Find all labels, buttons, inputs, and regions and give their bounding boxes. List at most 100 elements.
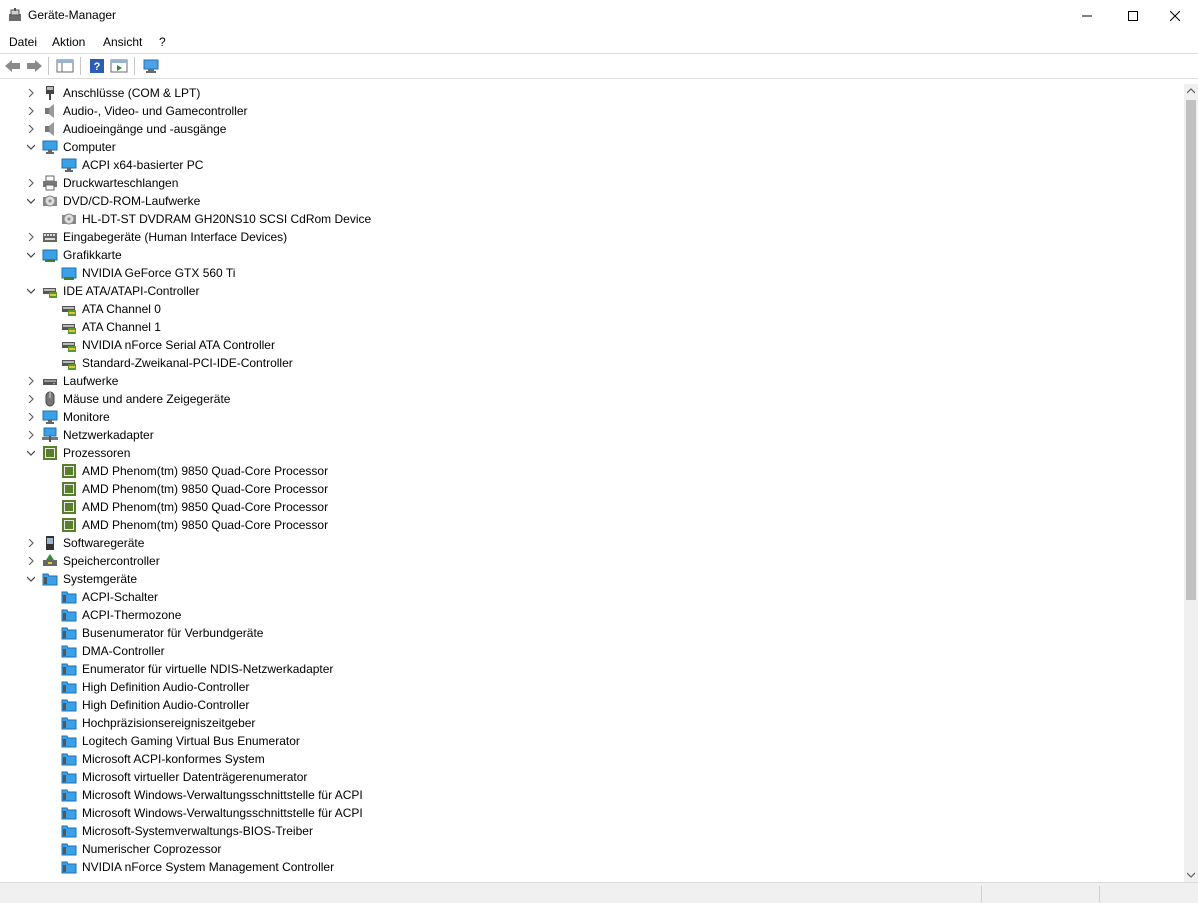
tree-category[interactable]: Speichercontroller — [0, 552, 1184, 570]
tree-category[interactable]: Systemgeräte — [0, 570, 1184, 588]
tree-device[interactable]: Standard-Zweikanal-PCI-IDE-Controller — [0, 354, 1184, 372]
tree-item-label: Speichercontroller — [63, 554, 160, 568]
tree-device[interactable]: HL-DT-ST DVDRAM GH20NS10 SCSI CdRom Devi… — [0, 210, 1184, 228]
menu-help[interactable]: ? — [159, 35, 166, 49]
tree-device[interactable]: AMD Phenom(tm) 9850 Quad-Core Processor — [0, 480, 1184, 498]
tree-item-label: High Definition Audio-Controller — [82, 698, 250, 712]
menu-ansicht[interactable]: Ansicht — [103, 35, 142, 49]
tree-device[interactable]: Microsoft-Systemverwaltungs-BIOS-Treiber — [0, 822, 1184, 840]
back-arrow-icon[interactable] — [4, 58, 22, 74]
system-folder-icon — [61, 771, 77, 784]
scan-hardware-icon[interactable] — [142, 58, 160, 74]
system-folder-icon — [61, 825, 77, 838]
tree-device[interactable]: Busenumerator für Verbundgeräte — [0, 624, 1184, 642]
chevron-right-icon[interactable] — [27, 539, 35, 547]
tree-item-label: AMD Phenom(tm) 9850 Quad-Core Processor — [82, 518, 329, 532]
tree-category[interactable]: Laufwerke — [0, 372, 1184, 390]
tree-category[interactable]: Netzwerkadapter — [0, 426, 1184, 444]
tree-device[interactable]: ACPI x64-basierter PC — [0, 156, 1184, 174]
scroll-thumb[interactable] — [1186, 100, 1196, 600]
tree-device[interactable]: DMA-Controller — [0, 642, 1184, 660]
system-folder-icon — [61, 609, 77, 622]
action-pane-icon[interactable] — [110, 58, 128, 74]
disc-icon — [62, 213, 76, 225]
tree-category[interactable]: Druckwarteschlangen — [0, 174, 1184, 192]
tree-device[interactable]: ACPI-Schalter — [0, 588, 1184, 606]
tree-category[interactable]: Audio-, Video- und Gamecontroller — [0, 102, 1184, 120]
menu-datei[interactable]: Datei — [9, 35, 37, 49]
system-folder-icon — [61, 681, 77, 694]
tree-device[interactable]: Enumerator für virtuelle NDIS-Netzwerkad… — [0, 660, 1184, 678]
chevron-right-icon[interactable] — [27, 125, 35, 133]
chevron-down-icon[interactable] — [27, 287, 35, 295]
tree-category[interactable]: Audioeingänge und -ausgänge — [0, 120, 1184, 138]
tree-category[interactable]: Prozessoren — [0, 444, 1184, 462]
system-folder-icon — [61, 861, 77, 874]
tree-category[interactable]: IDE ATA/ATAPI-Controller — [0, 282, 1184, 300]
tree-item-label: AMD Phenom(tm) 9850 Quad-Core Processor — [82, 500, 329, 514]
tree-item-label: DMA-Controller — [82, 644, 165, 658]
chevron-right-icon[interactable] — [27, 413, 35, 421]
tree-category[interactable]: Eingabegeräte (Human Interface Devices) — [0, 228, 1184, 246]
tree-category[interactable]: Grafikkarte — [0, 246, 1184, 264]
tree-device[interactable]: ACPI-Thermozone — [0, 606, 1184, 624]
chevron-down-icon[interactable] — [27, 143, 35, 151]
tree-category[interactable]: Computer — [0, 138, 1184, 156]
tree-device[interactable]: NVIDIA nForce Serial ATA Controller — [0, 336, 1184, 354]
chevron-right-icon[interactable] — [27, 107, 35, 115]
tree-item-label: Eingabegeräte (Human Interface Devices) — [63, 230, 288, 244]
tree-category[interactable]: Softwaregeräte — [0, 534, 1184, 552]
chevron-right-icon[interactable] — [27, 395, 35, 403]
chevron-down-icon[interactable] — [27, 197, 35, 205]
minimize-button[interactable] — [1064, 0, 1110, 31]
tree-item-label: ATA Channel 0 — [82, 302, 161, 316]
close-button[interactable] — [1152, 0, 1198, 31]
device-tree[interactable]: Anschlüsse (COM & LPT) Audio-, Video- und… — [0, 84, 1184, 882]
scroll-down-button[interactable] — [1184, 868, 1198, 882]
tree-device[interactable]: ATA Channel 1 — [0, 318, 1184, 336]
tree-device[interactable]: Hochpräzisionsereigniszeitgeber — [0, 714, 1184, 732]
system-folder-icon — [61, 735, 77, 748]
help-icon[interactable]: ? — [88, 58, 106, 74]
forward-arrow-icon[interactable] — [25, 58, 43, 74]
chevron-down-icon[interactable] — [27, 575, 35, 583]
tree-device[interactable]: NVIDIA GeForce GTX 560 Ti — [0, 264, 1184, 282]
tree-device[interactable]: AMD Phenom(tm) 9850 Quad-Core Processor — [0, 516, 1184, 534]
scroll-up-button[interactable] — [1184, 84, 1198, 98]
tree-device[interactable]: Microsoft Windows-Verwaltungsschnittstel… — [0, 804, 1184, 822]
tree-device[interactable]: Microsoft Windows-Verwaltungsschnittstel… — [0, 786, 1184, 804]
chevron-right-icon[interactable] — [27, 89, 35, 97]
tree-item-label: Druckwarteschlangen — [63, 176, 179, 190]
tree-item-label: Monitore — [63, 410, 110, 424]
chevron-down-icon[interactable] — [27, 251, 35, 259]
tree-device[interactable]: Microsoft ACPI-konformes System — [0, 750, 1184, 768]
menu-aktion[interactable]: Aktion — [52, 35, 85, 49]
tree-device[interactable]: Microsoft virtueller Datenträgerenumerat… — [0, 768, 1184, 786]
tree-category[interactable]: Monitore — [0, 408, 1184, 426]
tree-device[interactable]: High Definition Audio-Controller — [0, 696, 1184, 714]
processor-icon — [62, 464, 76, 478]
title-bar: Geräte-Manager — [0, 0, 1198, 31]
chevron-right-icon[interactable] — [27, 557, 35, 565]
tree-category[interactable]: Anschlüsse (COM & LPT) — [0, 84, 1184, 102]
tree-device[interactable]: High Definition Audio-Controller — [0, 678, 1184, 696]
chevron-right-icon[interactable] — [27, 431, 35, 439]
tree-device[interactable]: Logitech Gaming Virtual Bus Enumerator — [0, 732, 1184, 750]
chevron-right-icon[interactable] — [27, 179, 35, 187]
tree-device[interactable]: AMD Phenom(tm) 9850 Quad-Core Processor — [0, 498, 1184, 516]
vertical-scrollbar[interactable] — [1184, 84, 1198, 882]
chevron-right-icon[interactable] — [27, 377, 35, 385]
tree-device[interactable]: Numerischer Coprozessor — [0, 840, 1184, 858]
maximize-button[interactable] — [1110, 0, 1156, 31]
tree-device[interactable]: AMD Phenom(tm) 9850 Quad-Core Processor — [0, 462, 1184, 480]
tree-device[interactable]: ATA Channel 0 — [0, 300, 1184, 318]
chevron-right-icon[interactable] — [27, 233, 35, 241]
tree-item-label: AMD Phenom(tm) 9850 Quad-Core Processor — [82, 482, 329, 496]
chevron-down-icon[interactable] — [27, 449, 35, 457]
tree-category[interactable]: Mäuse und andere Zeigegeräte — [0, 390, 1184, 408]
system-folder-icon — [42, 573, 58, 586]
system-folder-icon — [61, 699, 77, 712]
tree-category[interactable]: DVD/CD-ROM-Laufwerke — [0, 192, 1184, 210]
tree-device[interactable]: NVIDIA nForce System Management Controll… — [0, 858, 1184, 876]
show-hide-console-tree-icon[interactable] — [56, 58, 74, 74]
